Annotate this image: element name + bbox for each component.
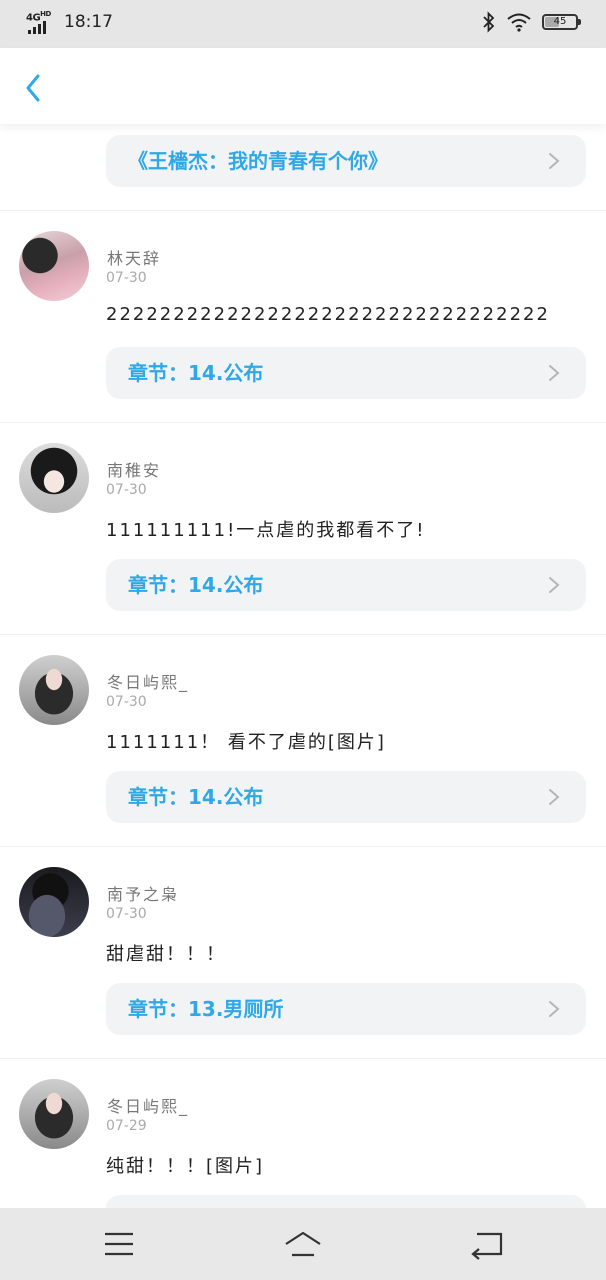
return-button[interactable] [467, 1228, 507, 1260]
comment-date: 07-30 [106, 694, 147, 710]
chapter-link[interactable]: 章节：13.男厕所 [106, 983, 586, 1035]
comment-date: 07-30 [106, 906, 147, 922]
avatar[interactable] [19, 1079, 89, 1149]
comment-text: 1111111！ 看不了虐的[图片] [106, 732, 386, 753]
app-header [0, 48, 606, 124]
book-title: 《王檣杰：我的青春有个你》 [128, 149, 388, 173]
chapter-link[interactable]: 章节：14.公布 [106, 771, 586, 823]
chapter-link[interactable]: 章节：14.公布 [106, 559, 586, 611]
bluetooth-icon [483, 11, 495, 33]
comment-author[interactable]: 南稚安 [107, 457, 161, 481]
chevron-right-icon [549, 577, 560, 593]
chapter-link[interactable]: 章节：14.公布 [106, 347, 586, 399]
home-button[interactable] [283, 1228, 323, 1260]
avatar[interactable] [19, 443, 89, 513]
chevron-right-icon [549, 1001, 560, 1017]
return-icon [471, 1232, 503, 1260]
comment-text: 纯甜！！！[图片] [106, 1156, 265, 1177]
avatar[interactable] [19, 655, 89, 725]
chevron-right-icon [549, 365, 560, 381]
chapter-label: 章节：14.公布 [128, 361, 264, 385]
system-nav-bar [0, 1208, 606, 1280]
chevron-left-icon [26, 74, 40, 102]
status-right: 45 [482, 11, 581, 33]
battery-icon: 45 [542, 14, 581, 30]
comment-date: 07-30 [106, 482, 147, 498]
chapter-label: 章节：13.男厕所 [128, 997, 284, 1021]
comment-text: 111111111!一点虐的我都看不了! [106, 520, 426, 541]
chapter-label: 章节：14.公布 [128, 785, 264, 809]
comment-list[interactable]: 《王檣杰：我的青春有个你》 林天辞 07-30 2222222222222222… [0, 124, 606, 1208]
divider [0, 846, 606, 847]
divider [0, 1058, 606, 1059]
comment-date: 07-30 [106, 270, 147, 286]
home-icon [285, 1231, 321, 1257]
menu-button[interactable] [99, 1228, 139, 1260]
divider [0, 634, 606, 635]
battery-level: 45 [553, 16, 567, 27]
status-bar: 4GHD 18:17 45 [0, 0, 606, 48]
status-left: 4GHD 18:17 [26, 10, 113, 34]
status-time: 18:17 [64, 12, 113, 32]
network-indicator: 4GHD [26, 10, 56, 34]
comment-text: 甜虐甜！！！ [106, 944, 226, 965]
divider [0, 210, 606, 211]
signal-icon [28, 21, 46, 34]
comment-author[interactable]: 冬日屿熙_ [107, 1093, 189, 1117]
book-link[interactable]: 《王檣杰：我的青春有个你》 [106, 135, 586, 187]
comment-date: 07-29 [106, 1118, 147, 1134]
avatar[interactable] [19, 231, 89, 301]
comment-text: 222222222222222222222222222222222 [106, 304, 550, 325]
chevron-right-icon [549, 153, 560, 169]
avatar[interactable] [19, 867, 89, 937]
comment-author[interactable]: 南予之枭 [107, 881, 179, 905]
wifi-icon [507, 13, 531, 32]
back-button[interactable] [18, 70, 50, 106]
divider [0, 422, 606, 423]
menu-icon [105, 1232, 133, 1256]
chapter-label: 章节：14.公布 [128, 573, 264, 597]
chevron-right-icon [549, 789, 560, 805]
comment-author[interactable]: 林天辞 [107, 245, 161, 269]
chapter-link[interactable] [106, 1195, 586, 1208]
comment-author[interactable]: 冬日屿熙_ [107, 669, 189, 693]
